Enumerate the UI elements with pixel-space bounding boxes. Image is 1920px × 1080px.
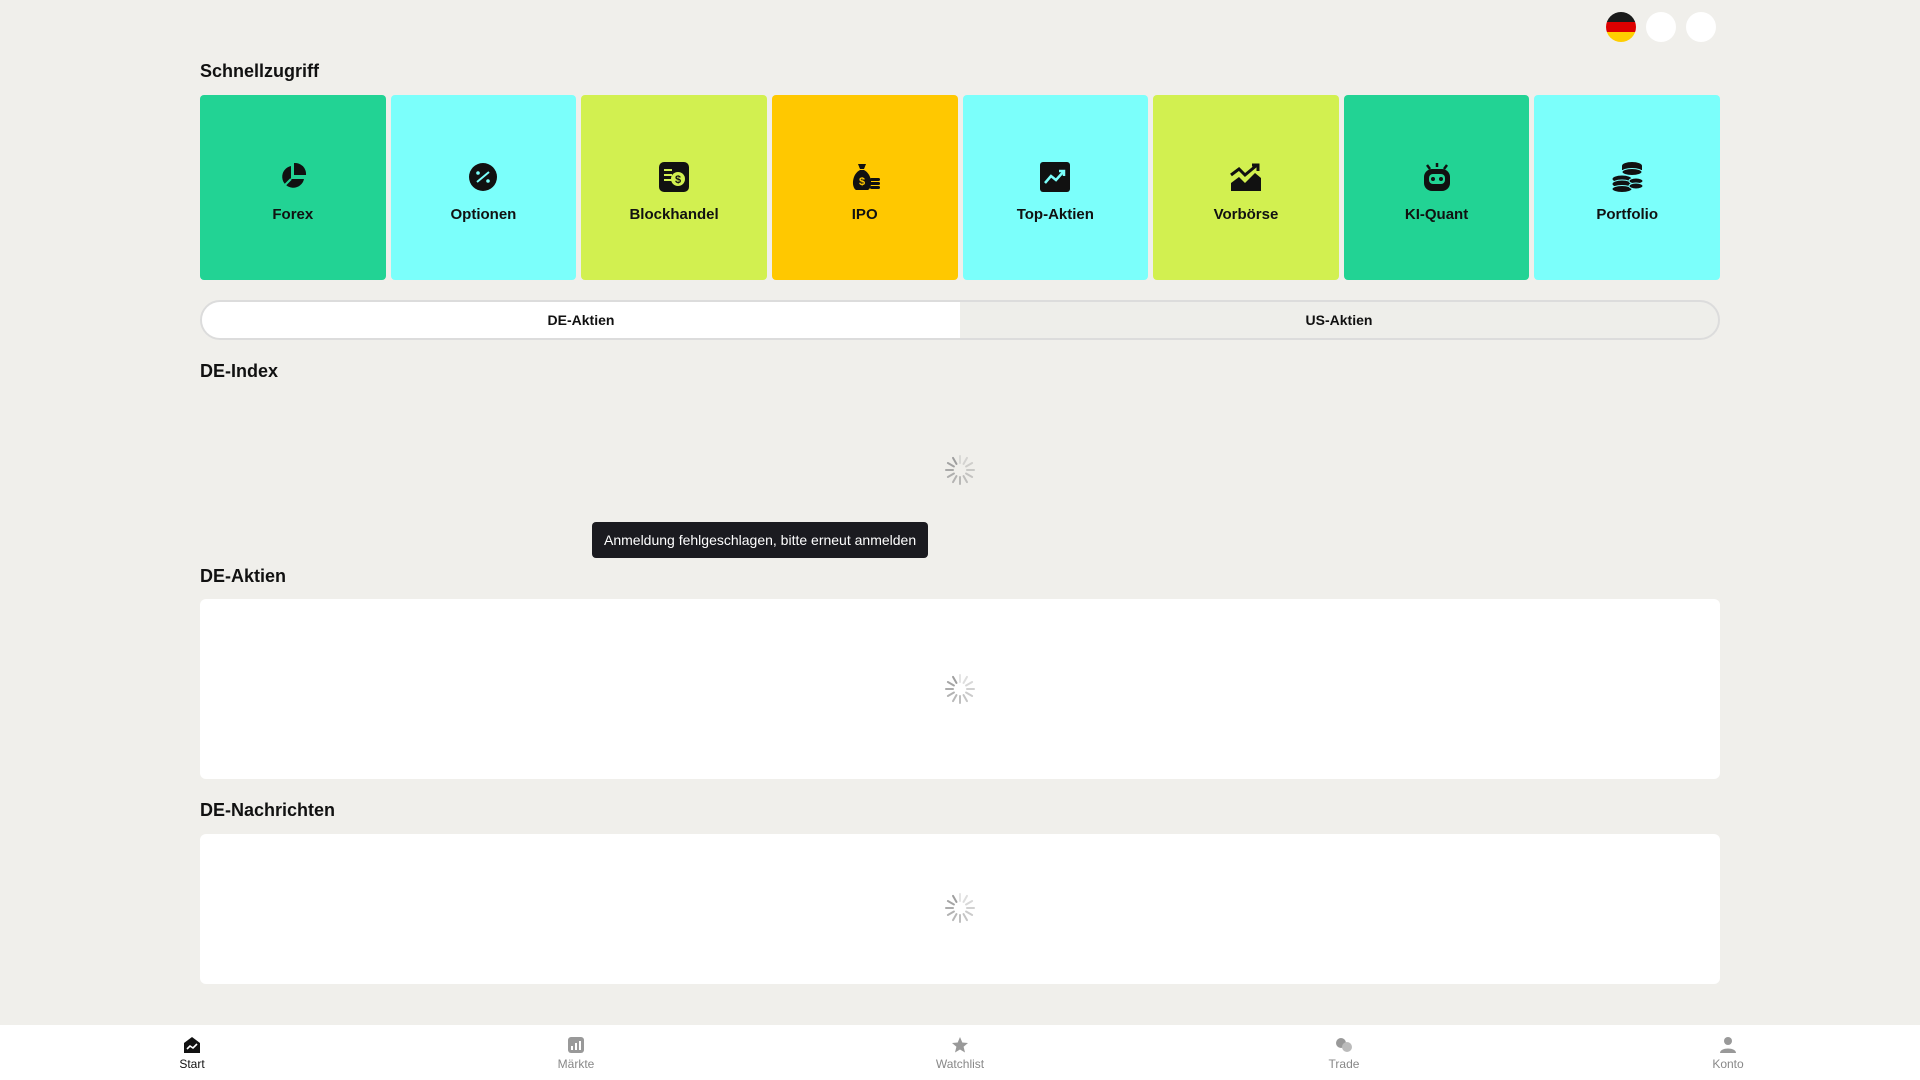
- quick-tile-ki-quant[interactable]: KI-Quant: [1343, 95, 1530, 280]
- nav-label: Trade: [1328, 1056, 1360, 1071]
- quick-tile-label: Forex: [272, 206, 314, 223]
- tab-de-aktien[interactable]: DE-Aktien: [202, 302, 960, 338]
- quick-tile-ipo[interactable]: $ IPO: [771, 95, 958, 280]
- spinner-spoke: [962, 475, 968, 484]
- svg-text:$: $: [859, 176, 865, 188]
- quick-tile-blockhandel[interactable]: $ Blockhandel: [581, 95, 767, 280]
- spinner-spoke: [946, 462, 955, 468]
- trending-chart-icon: [1038, 160, 1072, 194]
- quick-tile-label: Vorbörse: [1213, 206, 1279, 223]
- quick-access-title: Schnellzugriff: [200, 61, 320, 81]
- quick-tile-label: Blockhandel: [629, 206, 719, 223]
- nav-label: Start: [179, 1056, 205, 1071]
- language-germany-flag-icon[interactable]: [1606, 12, 1636, 42]
- quick-tile-portfolio[interactable]: Portfolio: [1534, 95, 1720, 280]
- spinner-spoke: [962, 894, 968, 903]
- percent-circle-icon: [466, 160, 500, 194]
- star-icon: [950, 1035, 970, 1055]
- nav-label: Märkte: [557, 1056, 595, 1071]
- quick-tile-vorboerse[interactable]: Vorbörse: [1153, 95, 1339, 280]
- quick-tile-label: Top-Aktien: [1016, 206, 1094, 223]
- svg-text:$: $: [675, 174, 681, 186]
- nav-item-trade[interactable]: Trade: [1284, 1025, 1404, 1080]
- markets-icon: [566, 1035, 586, 1055]
- spinner-spoke: [965, 681, 974, 687]
- loading-spinner-icon: [945, 893, 975, 923]
- spinner-spoke: [965, 472, 974, 478]
- quick-tile-optionen[interactable]: Optionen: [390, 95, 577, 280]
- user-icon: [1718, 1035, 1738, 1055]
- nav-item-maerkte[interactable]: Märkte: [516, 1025, 636, 1080]
- trade-icon: [1334, 1035, 1354, 1055]
- quick-tile-top-aktien[interactable]: Top-Aktien: [962, 95, 1149, 280]
- area-chart-icon: [1229, 160, 1263, 194]
- coin-stack-icon: [1610, 160, 1644, 194]
- top-right-controls: [1606, 12, 1716, 42]
- spinner-spoke: [965, 691, 974, 697]
- top-button-3[interactable]: [1686, 12, 1716, 42]
- spinner-spoke: [962, 675, 968, 684]
- top-button-2[interactable]: [1646, 12, 1676, 42]
- nav-item-konto[interactable]: Konto: [1668, 1025, 1788, 1080]
- spinner-spoke: [946, 691, 955, 697]
- tab-label: DE-Aktien: [547, 312, 615, 328]
- stocks-section-title: DE-Aktien: [200, 566, 287, 586]
- index-section-title: DE-Index: [200, 361, 279, 381]
- money-block-icon: $: [657, 160, 691, 194]
- spinner-spoke: [962, 694, 968, 703]
- toast-message: Anmeldung fehlgeschlagen, bitte erneut a…: [604, 532, 917, 548]
- spinner-spoke: [952, 894, 958, 903]
- quick-tile-forex[interactable]: Forex: [200, 95, 386, 280]
- loading-spinner-icon: [945, 455, 975, 485]
- home-chart-icon: [182, 1035, 202, 1055]
- spinner-spoke: [946, 472, 955, 478]
- tab-label: US-Aktien: [1305, 312, 1373, 328]
- news-section-title: DE-Nachrichten: [200, 800, 336, 820]
- spinner-spoke: [965, 910, 974, 916]
- quick-tile-label: Portfolio: [1596, 206, 1659, 223]
- spinner-spoke: [962, 913, 968, 922]
- spinner-spoke: [952, 694, 958, 703]
- tab-us-aktien[interactable]: US-Aktien: [960, 302, 1718, 338]
- robot-icon: [1420, 160, 1454, 194]
- money-bag-icon: $: [848, 160, 882, 194]
- quick-access-grid: Forex Optionen $ Blockhandel $ IPO Top-A…: [200, 95, 1720, 280]
- loading-spinner-icon: [945, 674, 975, 704]
- market-tabs: DE-Aktien US-Aktien: [200, 300, 1720, 340]
- quick-tile-label: Optionen: [450, 206, 517, 223]
- pie-chart-icon: [276, 160, 310, 194]
- quick-tile-label: KI-Quant: [1404, 206, 1469, 223]
- spinner-spoke: [946, 681, 955, 687]
- spinner-spoke: [952, 913, 958, 922]
- spinner-spoke: [952, 675, 958, 684]
- nav-item-watchlist[interactable]: Watchlist: [900, 1025, 1020, 1080]
- spinner-spoke: [946, 900, 955, 906]
- spinner-spoke: [965, 900, 974, 906]
- spinner-spoke: [952, 475, 958, 484]
- nav-item-start[interactable]: Start: [132, 1025, 252, 1080]
- spinner-spoke: [962, 456, 968, 465]
- quick-tile-label: IPO: [851, 206, 878, 223]
- nav-label: Watchlist: [935, 1056, 985, 1071]
- spinner-spoke: [946, 910, 955, 916]
- spinner-spoke: [965, 462, 974, 468]
- nav-label: Konto: [1712, 1056, 1744, 1071]
- bottom-navigation: Start Märkte Watchlist Trade Konto: [0, 1025, 1920, 1080]
- error-toast: Anmeldung fehlgeschlagen, bitte erneut a…: [592, 522, 929, 558]
- spinner-spoke: [952, 456, 958, 465]
